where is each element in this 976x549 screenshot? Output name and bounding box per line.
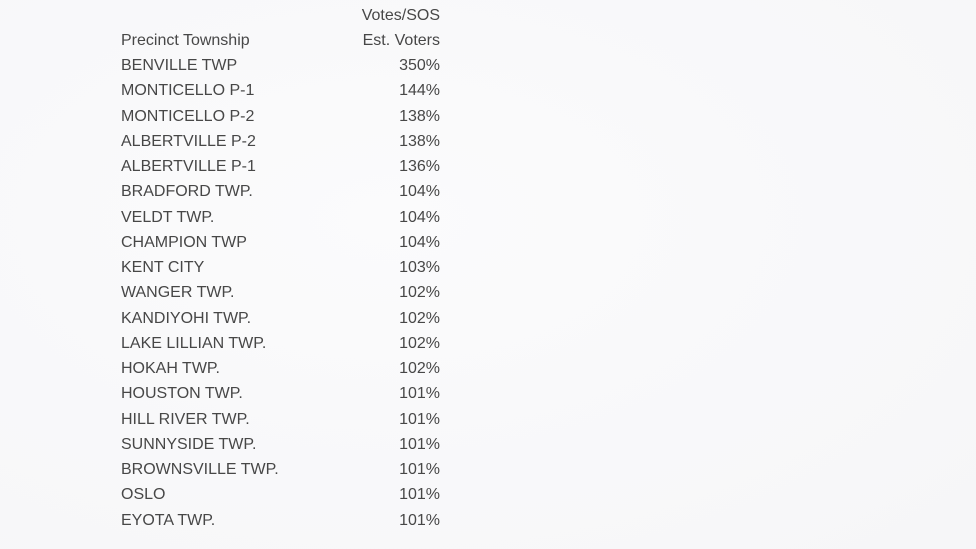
precinct-name: SUNNYSIDE TWP.: [121, 435, 257, 453]
votes-percentage: 103%: [399, 259, 440, 276]
table-body: BENVILLE TWP 350% MONTICELLO P-1 144% MONTIC…: [121, 53, 446, 533]
precinct-name: BENVILLE TWP: [121, 57, 238, 74]
votes-percentage: 350%: [399, 57, 440, 74]
table-row: EYOTA TWP. 101%: [121, 508, 446, 533]
votes-percentage: 104%: [399, 233, 440, 251]
precinct-name: BRADFORD TWP.: [121, 183, 253, 201]
votes-percentage: 138%: [399, 132, 440, 150]
precinct-name: BROWNSVILLE TWP.: [121, 461, 279, 478]
precinct-name: OSLO: [121, 486, 166, 504]
header-row-2: Precinct Township Est. Voters: [121, 28, 446, 53]
table-row: SUNNYSIDE TWP. 101%: [121, 432, 446, 457]
table-row: MONTICELLO P-1 144%: [121, 78, 446, 103]
table-row: BROWNSVILLE TWP. 101%: [121, 457, 446, 482]
precinct-name: HOUSTON TWP.: [121, 385, 243, 403]
precinct-name: LAKE LILLIAN TWP.: [121, 334, 267, 352]
votes-percentage: 101%: [399, 385, 440, 403]
votes-percentage: 104%: [399, 208, 440, 226]
table-row: HOUSTON TWP. 101%: [121, 381, 446, 406]
table-row: MONTICELLO P-2 138%: [121, 104, 446, 129]
table-row: OSLO 101%: [121, 482, 446, 507]
votes-percentage: 101%: [399, 435, 440, 453]
precinct-name: HOKAH TWP.: [121, 360, 220, 377]
votes-percentage: 104%: [399, 183, 440, 201]
table-row: VELDT TWP. 104%: [121, 205, 446, 230]
paper-page: Votes/SOS Precinct Township Est. Voters …: [0, 0, 976, 549]
precinct-name: MONTICELLO P-2: [121, 107, 255, 125]
votes-percentage: 136%: [399, 158, 440, 175]
precinct-name: MONTICELLO P-1: [121, 82, 255, 100]
precinct-name: KANDIYOHI TWP.: [121, 309, 252, 327]
table-row: KENT CITY 103%: [121, 255, 446, 280]
votes-percentage: 102%: [399, 360, 440, 377]
precinct-table: Votes/SOS Precinct Township Est. Voters …: [121, 4, 446, 533]
table-row: ALBERTVILLE P-1 136%: [121, 154, 446, 179]
precinct-name: ALBERTVILLE P-1: [121, 158, 256, 175]
votes-percentage: 102%: [399, 284, 440, 302]
precinct-name: KENT CITY: [121, 259, 205, 276]
votes-percentage: 102%: [399, 309, 440, 327]
table-row: HILL RIVER TWP. 101%: [121, 407, 446, 432]
table-row: ALBERTVILLE P-2 138%: [121, 129, 446, 154]
precinct-name: VELDT TWP.: [121, 208, 215, 226]
votes-percentage: 101%: [399, 461, 440, 478]
table-row: LAKE LILLIAN TWP. 102%: [121, 331, 446, 356]
table-row: WANGER TWP. 102%: [121, 280, 446, 305]
precinct-name: ALBERTVILLE P-2: [121, 132, 256, 150]
votes-percentage: 101%: [399, 486, 440, 504]
precinct-name: WANGER TWP.: [121, 284, 235, 302]
votes-percentage: 144%: [399, 82, 440, 100]
votes-sos-header: Votes/SOS: [361, 7, 440, 24]
precinct-name: EYOTA TWP.: [121, 511, 216, 529]
table-row: KANDIYOHI TWP. 102%: [121, 306, 446, 331]
precinct-township-header: Precinct Township: [121, 32, 250, 49]
votes-percentage: 101%: [399, 511, 440, 529]
precinct-name: HILL RIVER TWP.: [121, 410, 250, 428]
header-row-1: Votes/SOS: [121, 4, 446, 28]
est-voters-header: Est. Voters: [362, 32, 440, 49]
table-row: BRADFORD TWP. 104%: [121, 179, 446, 204]
table-row: HOKAH TWP. 102%: [121, 356, 446, 381]
votes-percentage: 102%: [399, 334, 440, 352]
table-row: CHAMPION TWP 104%: [121, 230, 446, 255]
votes-percentage: 138%: [399, 107, 440, 125]
precinct-name: CHAMPION TWP: [121, 233, 247, 251]
votes-percentage: 101%: [399, 410, 440, 428]
table-row: BENVILLE TWP 350%: [121, 53, 446, 78]
